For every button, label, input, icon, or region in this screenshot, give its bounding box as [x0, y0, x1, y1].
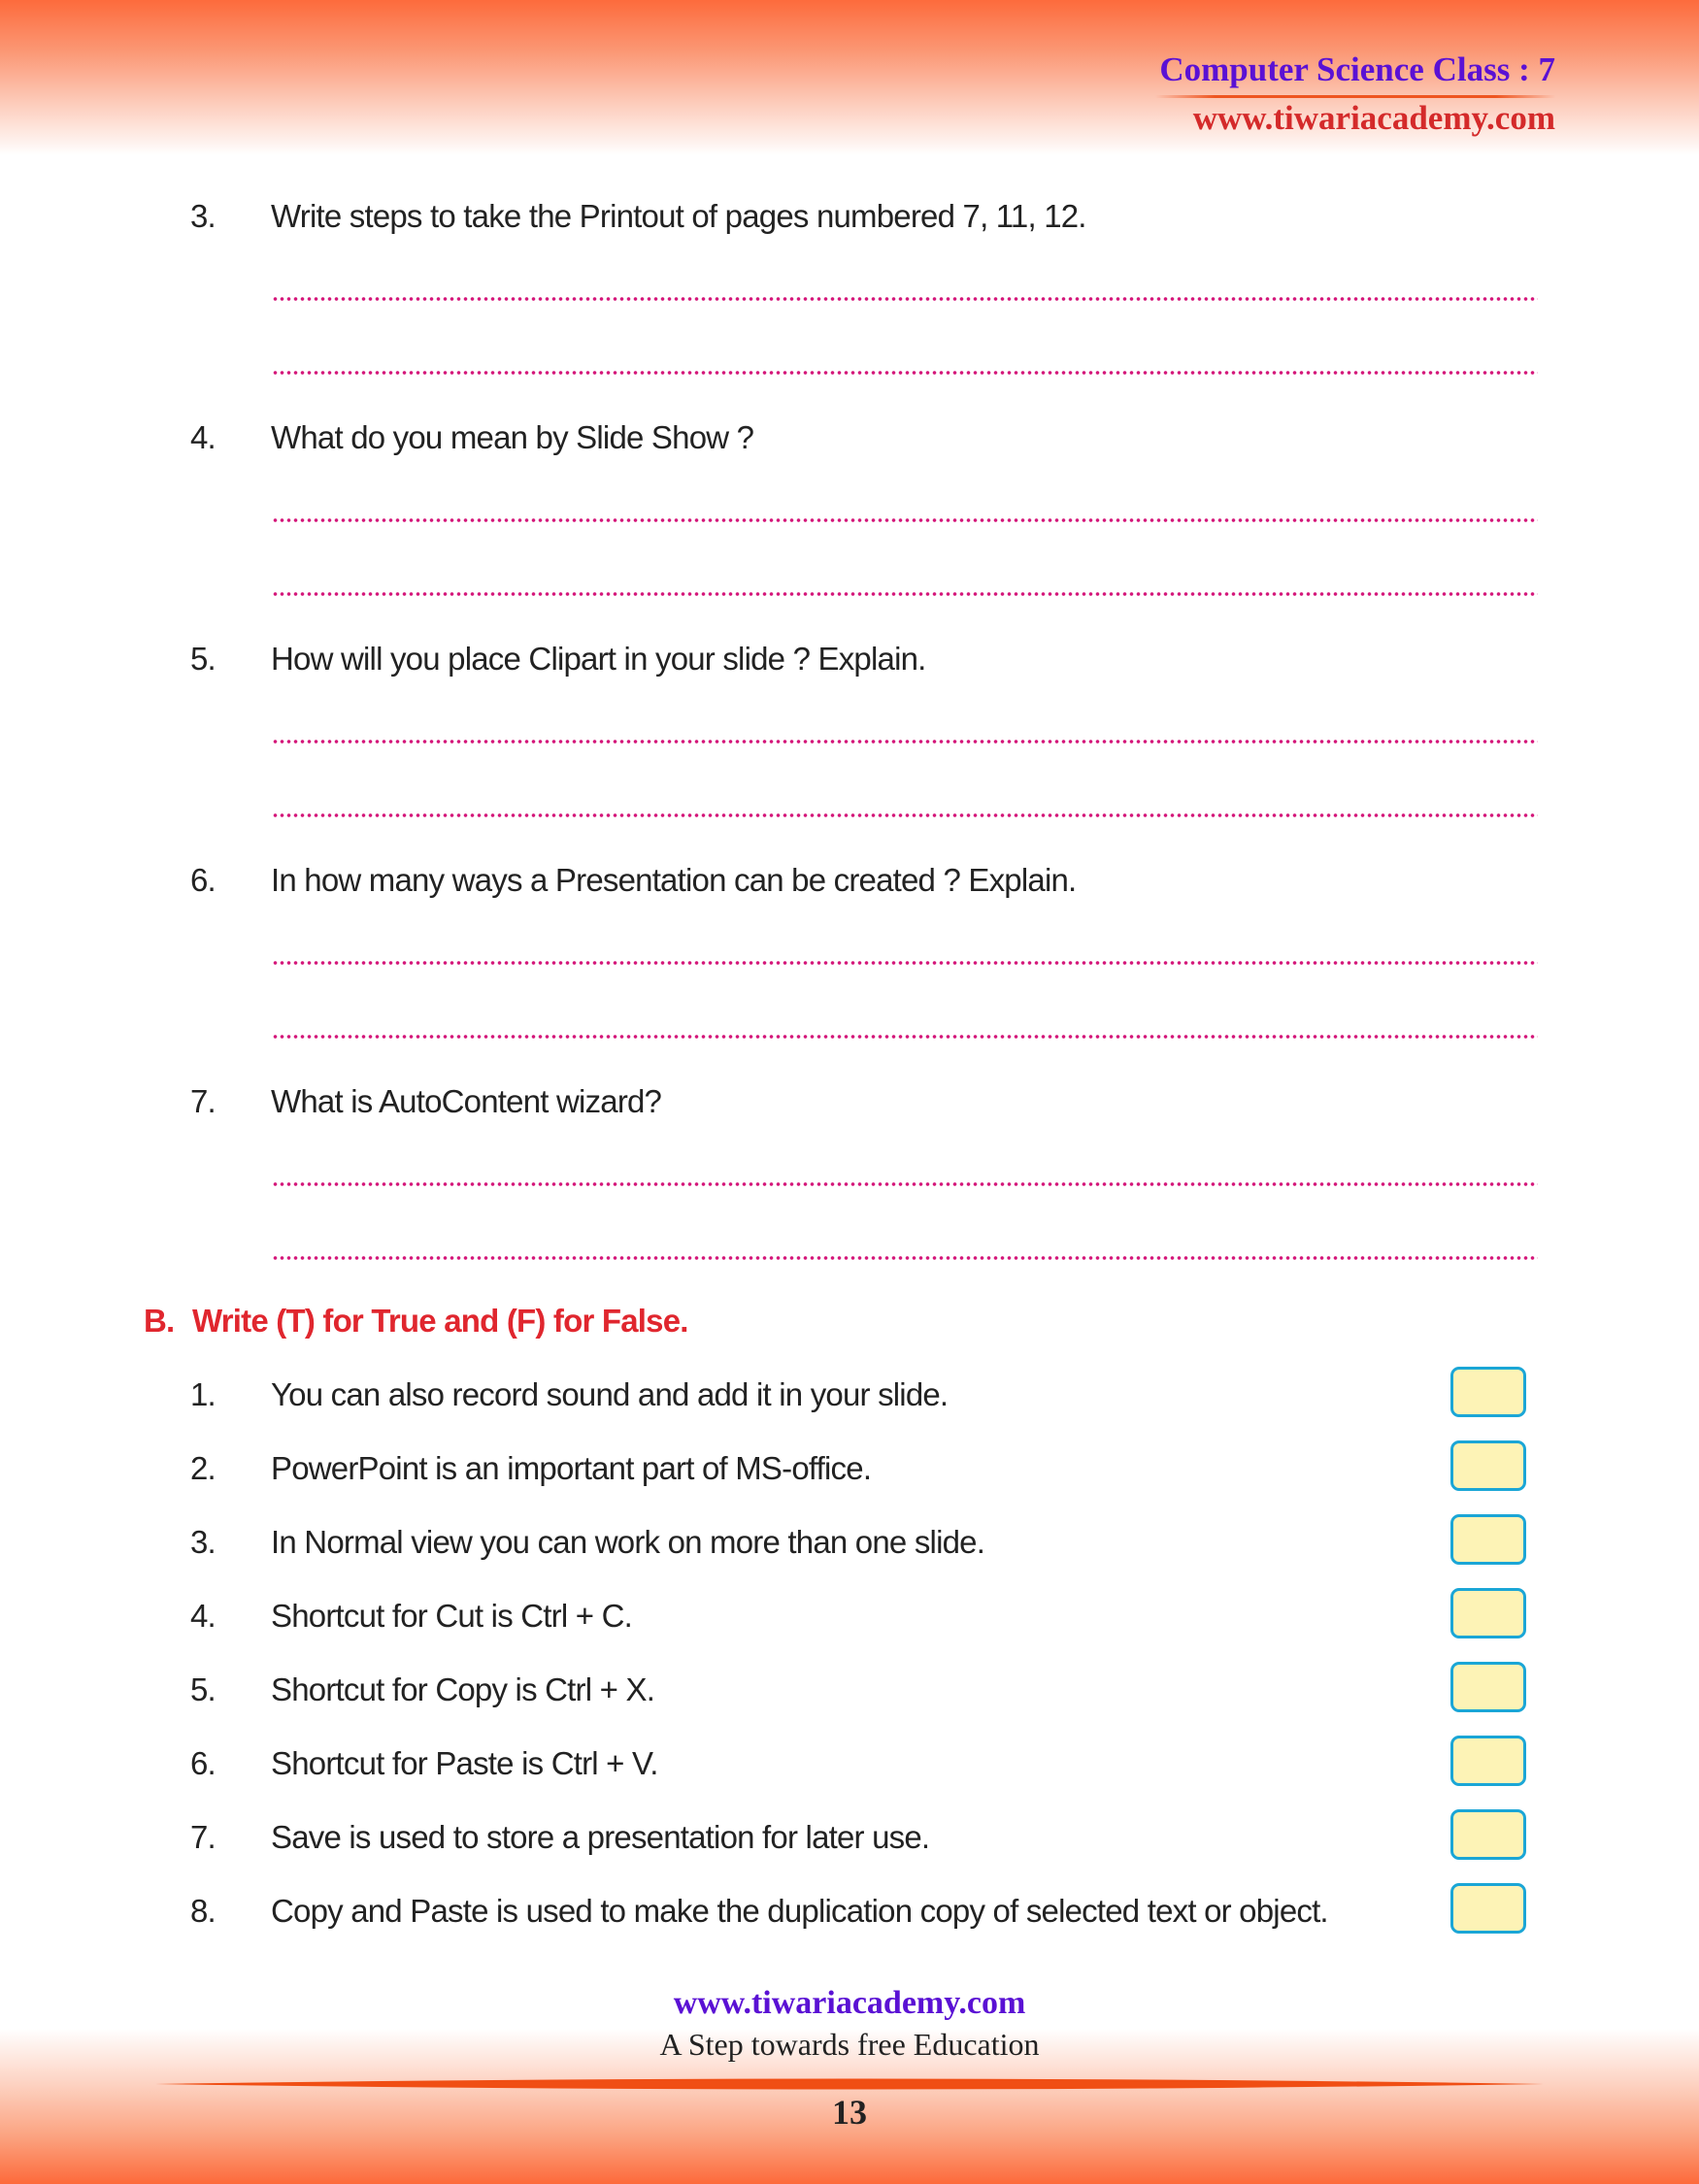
question-number: 3. [190, 198, 217, 234]
tf-statement: PowerPoint is an important part of MS-of… [271, 1450, 872, 1486]
question-6: 6. In how many ways a Presentation can be… [190, 862, 1077, 899]
answer-box[interactable] [1450, 1662, 1526, 1712]
answer-line[interactable] [272, 1182, 1538, 1186]
footer-divider [155, 2078, 1544, 2090]
question-5: 5. How will you place Clipart in your sli… [190, 641, 926, 678]
question-4: 4. What do you mean by Slide Show ? [190, 419, 754, 456]
tf-number: 1. [190, 1376, 217, 1412]
answer-line[interactable] [272, 1256, 1538, 1260]
answer-box[interactable] [1450, 1588, 1526, 1638]
question-text: Write steps to take the Printout of page… [271, 198, 1086, 234]
answer-line[interactable] [272, 371, 1538, 375]
answer-line[interactable] [272, 740, 1538, 744]
question-number: 5. [190, 641, 217, 677]
tf-statement: In Normal view you can work on more than… [271, 1524, 985, 1560]
footer-url[interactable]: www.tiwariacademy.com [0, 1985, 1699, 2022]
answer-box[interactable] [1450, 1440, 1526, 1491]
section-heading-text: Write (T) for True and (F) for False. [192, 1303, 688, 1339]
answer-line[interactable] [272, 297, 1538, 301]
section-b-heading: B. Write (T) for True and (F) for False. [144, 1303, 688, 1340]
tf-statement: Save is used to store a presentation for… [271, 1819, 930, 1855]
answer-box[interactable] [1450, 1736, 1526, 1786]
answer-line[interactable] [272, 1035, 1538, 1039]
tf-number: 7. [190, 1819, 217, 1855]
tf-item: 7. Save is used to store a presentation f… [190, 1819, 930, 1856]
tf-statement: Shortcut for Copy is Ctrl + X. [271, 1671, 655, 1707]
tf-item: 8. Copy and Paste is used to make the dup… [190, 1893, 1329, 1930]
tf-item: 6. Shortcut for Paste is Ctrl + V. [190, 1745, 658, 1782]
page-number: 13 [832, 2093, 867, 2132]
tf-number: 6. [190, 1745, 217, 1781]
tf-number: 4. [190, 1598, 217, 1634]
tf-number: 2. [190, 1450, 217, 1486]
question-number: 6. [190, 862, 217, 898]
answer-box[interactable] [1450, 1367, 1526, 1417]
question-text: In how many ways a Presentation can be c… [271, 862, 1077, 898]
tf-item: 4. Shortcut for Cut is Ctrl + C. [190, 1598, 633, 1635]
tf-item: 2. PowerPoint is an important part of MS-… [190, 1450, 872, 1487]
tf-item: 3. In Normal view you can work on more th… [190, 1524, 985, 1561]
tf-item: 5. Shortcut for Copy is Ctrl + X. [190, 1671, 655, 1708]
tf-number: 3. [190, 1524, 217, 1560]
header-url[interactable]: www.tiwariacademy.com [1193, 99, 1555, 138]
question-number: 4. [190, 419, 217, 455]
answer-line[interactable] [272, 518, 1538, 522]
question-3: 3. Write steps to take the Printout of pa… [190, 198, 1086, 235]
section-letter: B. [144, 1303, 175, 1339]
header-title: Computer Science Class : 7 [1159, 50, 1555, 88]
tf-statement: Shortcut for Cut is Ctrl + C. [271, 1598, 633, 1634]
question-7: 7. What is AutoContent wizard? [190, 1083, 662, 1120]
tf-statement: Copy and Paste is used to make the dupli… [271, 1893, 1329, 1929]
answer-line[interactable] [272, 961, 1538, 965]
answer-box[interactable] [1450, 1883, 1526, 1934]
question-text: What do you mean by Slide Show ? [271, 419, 754, 455]
question-text: What is AutoContent wizard? [271, 1083, 662, 1119]
tf-number: 5. [190, 1671, 217, 1707]
answer-box[interactable] [1450, 1514, 1526, 1565]
tf-number: 8. [190, 1893, 217, 1929]
question-number: 7. [190, 1083, 217, 1119]
footer-tagline: A Step towards free Education [659, 2027, 1040, 2062]
answer-line[interactable] [272, 592, 1538, 596]
header-divider [1155, 95, 1555, 98]
tf-statement: You can also record sound and add it in … [271, 1376, 949, 1412]
answer-line[interactable] [272, 813, 1538, 817]
tf-item: 1. You can also record sound and add it i… [190, 1376, 949, 1413]
tf-statement: Shortcut for Paste is Ctrl + V. [271, 1745, 658, 1781]
answer-box[interactable] [1450, 1809, 1526, 1860]
question-text: How will you place Clipart in your slide… [271, 641, 926, 677]
